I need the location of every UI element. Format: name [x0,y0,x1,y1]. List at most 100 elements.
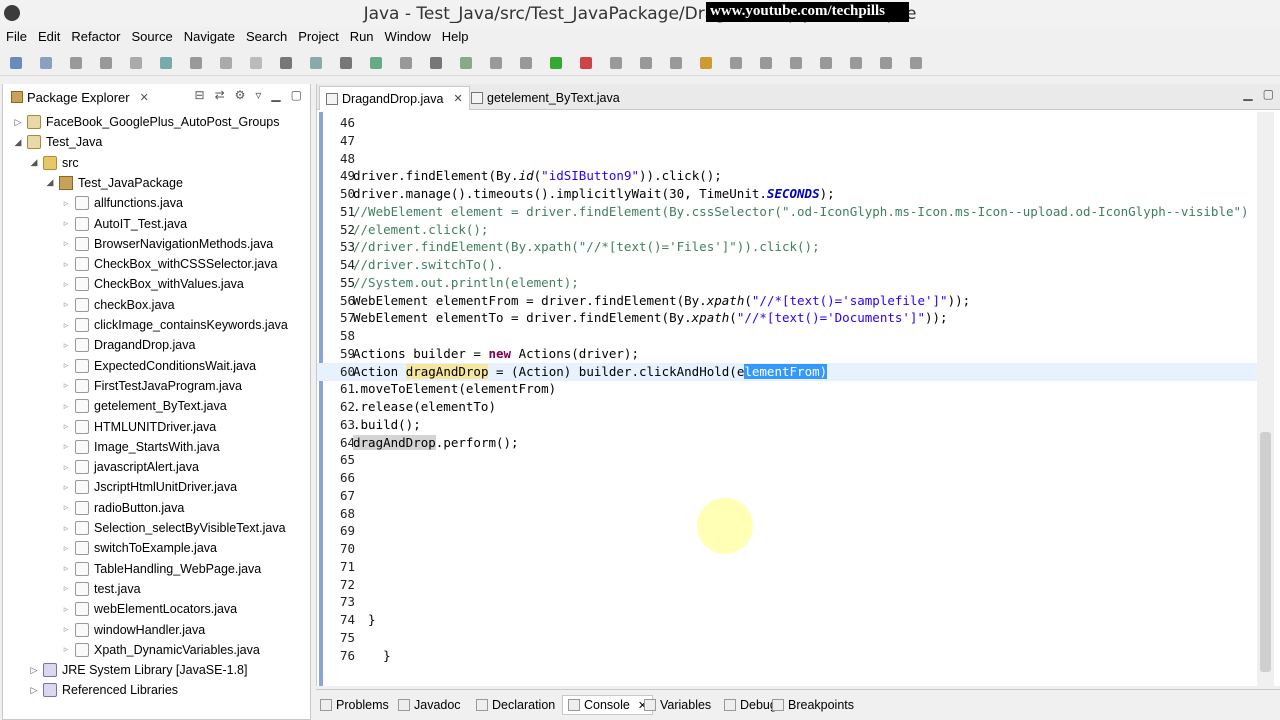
redo-icon[interactable] [250,57,262,69]
step-into-icon[interactable] [310,57,322,69]
tree-item[interactable]: ▹ switchToExample.java [61,538,217,558]
menu-source[interactable]: Source [132,27,184,48]
tree-item[interactable]: ▹ webElementLocators.java [61,599,237,619]
undo-icon[interactable] [220,57,232,69]
minimize-icon[interactable]: ▁ [1243,87,1252,101]
menu-refactor[interactable]: Refactor [71,27,131,48]
menu-run[interactable]: Run [350,27,385,48]
search-icon[interactable] [490,57,502,69]
nav-icon[interactable] [880,57,892,69]
expanded-arrow-icon[interactable]: ◢ [45,177,55,188]
tree-item[interactable]: ▹ javascriptAlert.java [61,457,199,477]
tree-item[interactable]: ▹ getelement_ByText.java [61,396,227,416]
editor-tab[interactable]: getelement_ByText.java [465,86,626,110]
tree-item[interactable]: ▷ FaceBook_GooglePlus_AutoPost_Groups [13,112,279,132]
bottom-tab-breakpoints[interactable]: Breakpoints [772,695,854,715]
skip-icon[interactable] [280,57,292,69]
debug-icon[interactable] [580,57,592,69]
forward-icon[interactable] [820,57,832,69]
external-tools-icon[interactable] [610,57,622,69]
package-explorer-tab[interactable]: Package Explorer ✕ [3,84,157,110]
close-icon[interactable]: ✕ [453,92,462,105]
menu-search[interactable]: Search [246,27,298,48]
mark-icon[interactable] [460,57,472,69]
tree-item[interactable]: ▷ JRE System Library [JavaSE-1.8] [29,660,247,680]
bottom-tab-variables[interactable]: Variables [644,695,711,715]
tree-item[interactable]: ▹ HTMLUNITDriver.java [61,417,216,437]
collapse-all-icon[interactable]: ⊟ [195,88,205,102]
print-icon[interactable] [100,57,112,69]
minimize-icon[interactable]: ▁ [271,88,280,102]
next-icon[interactable] [730,57,742,69]
tree-item[interactable]: ◢ src [29,153,79,173]
filter-icon[interactable]: ⚙ [235,88,246,102]
maximize-icon[interactable]: ▢ [291,88,302,102]
pin-icon[interactable] [850,57,862,69]
new-package-icon[interactable] [670,57,682,69]
collapsed-arrow-icon[interactable]: ▷ [29,665,39,676]
menu-file[interactable]: File [6,27,38,48]
editor-tab[interactable]: DragandDrop.java ✕ [319,86,470,110]
collapsed-arrow-icon[interactable]: ▷ [29,685,39,696]
tree-item[interactable]: ▹ windowHandler.java [61,620,205,640]
annotation-icon[interactable] [700,57,712,69]
bottom-tab-javadoc[interactable]: Javadoc [398,695,461,715]
tree-item[interactable]: ▹ DragandDrop.java [61,335,195,355]
paste-icon[interactable] [190,57,202,69]
step-over-icon[interactable] [340,57,352,69]
bottom-tab-declaration[interactable]: Declaration [476,695,555,715]
code-editor[interactable]: 46 47 48 49 driver.findElement(By.id("idSIBu… [317,112,1261,686]
tree-item[interactable]: ▹ TableHandling_WebPage.java [61,559,261,579]
collapsed-arrow-icon[interactable]: ▷ [13,117,23,128]
tree-item[interactable]: ▹ Image_StartsWith.java [61,437,220,457]
tree-item[interactable]: ▹ CheckBox_withValues.java [61,274,244,294]
vertical-scrollbar[interactable] [1257,112,1274,686]
tree-item[interactable]: ▹ ExpectedConditionsWait.java [61,356,256,376]
code-line: 74 } [317,611,1261,629]
tree-item[interactable]: ▹ clickImage_containsKeywords.java [61,315,288,335]
tree-item[interactable]: ▷ Referenced Libraries [29,680,178,700]
tree-item[interactable]: ▹ checkBox.java [61,295,175,315]
terminate-icon[interactable] [400,57,412,69]
scrollbar-thumb[interactable] [1260,432,1271,672]
expanded-arrow-icon[interactable]: ◢ [29,157,39,168]
tree-item[interactable]: ▹ allfunctions.java [61,193,183,213]
menu-help[interactable]: Help [442,27,480,48]
menu-navigate[interactable]: Navigate [184,27,246,48]
cut-icon[interactable] [130,57,142,69]
expanded-arrow-icon[interactable]: ◢ [13,137,23,148]
run-icon[interactable] [550,57,562,69]
save-icon[interactable] [40,57,52,69]
menu-project[interactable]: Project [298,27,349,48]
prev-icon[interactable] [760,57,772,69]
new-icon[interactable] [10,57,22,69]
tree-item[interactable]: ▹ BrowserNavigationMethods.java [61,234,273,254]
menu-window[interactable]: Window [385,27,442,48]
close-icon[interactable]: ✕ [140,91,149,104]
tree-item[interactable]: ▹ test.java [61,579,141,599]
back-icon[interactable] [790,57,802,69]
tree-item[interactable]: ▹ FirstTestJavaProgram.java [61,376,242,396]
save-all-icon[interactable] [70,57,82,69]
last-edit-icon[interactable] [910,57,922,69]
tree-item[interactable]: ◢ Test_Java [13,132,102,152]
tree-item[interactable]: ▹ Selection_selectByVisibleText.java [61,518,286,538]
toggle-icon[interactable] [430,57,442,69]
bottom-tab-console[interactable]: Console ✕ [562,695,654,715]
tree-item[interactable]: ▹ radioButton.java [61,498,184,518]
tree-item[interactable]: ▹ Xpath_DynamicVariables.java [61,640,260,660]
copy-icon[interactable] [160,57,172,69]
view-menu-icon[interactable]: ▿ [255,88,261,102]
open-type-icon[interactable] [520,57,532,69]
tree-item[interactable]: ▹ AutoIT_Test.java [61,214,187,234]
tree-item[interactable]: ▹ JscriptHtmlUnitDriver.java [61,477,237,497]
tree-item[interactable]: ◢ Test_JavaPackage [45,173,183,193]
bottom-tab-problems[interactable]: Problems [320,695,389,715]
step-return-icon[interactable] [370,57,382,69]
maximize-icon[interactable]: ▢ [1263,87,1274,101]
link-with-editor-icon[interactable]: ⇄ [215,88,225,102]
bottom-tab-debug[interactable]: Debug [724,695,777,715]
tree-item[interactable]: ▹ CheckBox_withCSSSelector.java [61,254,277,274]
new-class-icon[interactable] [640,57,652,69]
menu-edit[interactable]: Edit [38,27,71,48]
